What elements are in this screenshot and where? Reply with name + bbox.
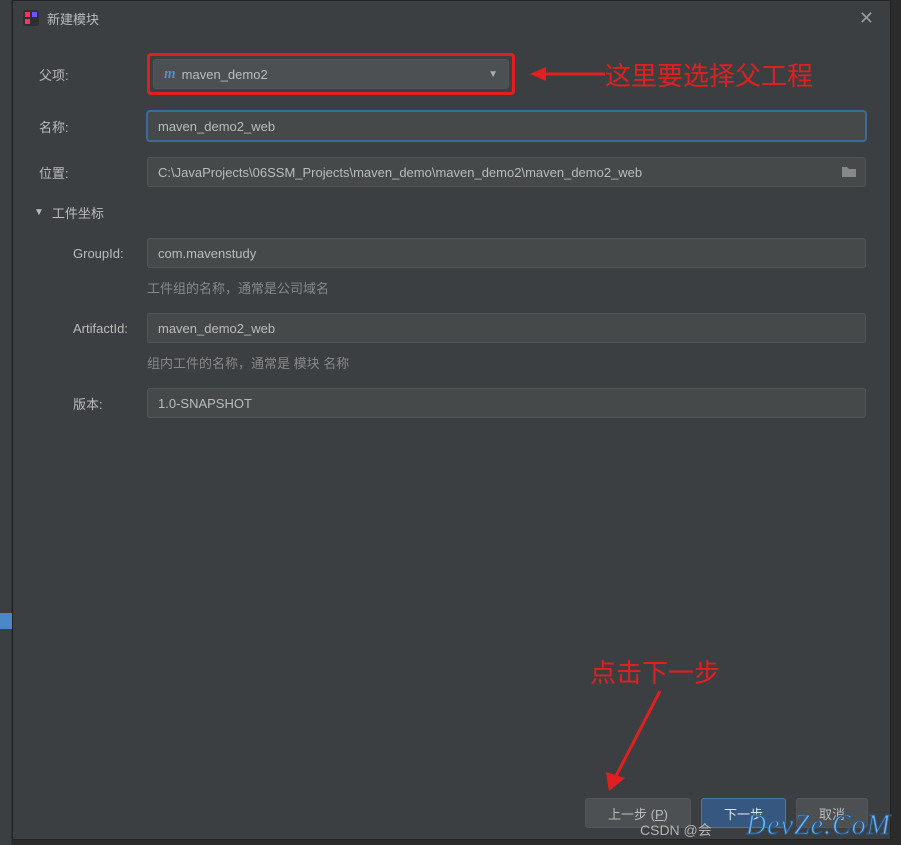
- watermark-text: CSDN @会: [640, 820, 712, 840]
- chevron-down-icon: ▼: [488, 69, 498, 80]
- groupid-hint: 工件组的名称，通常是公司域名: [147, 278, 866, 297]
- title-bar: 新建模块 ✕: [13, 1, 890, 35]
- artifactid-input[interactable]: [147, 313, 866, 343]
- version-label: 版本:: [71, 394, 147, 413]
- folder-icon[interactable]: [841, 165, 857, 179]
- parent-highlight-box: m maven_demo2 ▼: [147, 53, 515, 95]
- artifactid-label: ArtifactId:: [71, 321, 147, 336]
- close-icon[interactable]: ✕: [853, 8, 880, 29]
- version-input[interactable]: [147, 388, 866, 418]
- chevron-down-icon: ▼: [34, 207, 44, 218]
- groupid-label: GroupId:: [71, 246, 147, 261]
- parent-select[interactable]: m maven_demo2 ▼: [153, 59, 509, 89]
- artifactid-field[interactable]: [158, 321, 855, 336]
- maven-icon: m: [164, 66, 176, 83]
- arrow-icon: [600, 686, 680, 796]
- version-field[interactable]: [158, 396, 855, 411]
- annotation-parent: 这里要选择父工程: [605, 56, 813, 93]
- new-module-dialog: 新建模块 ✕ 父项: m maven_demo2 ▼ 名称: 位置:: [12, 0, 891, 840]
- artifactid-hint: 组内工件的名称，通常是 模块 名称: [147, 353, 866, 372]
- parent-value: maven_demo2: [182, 67, 268, 82]
- artifact-coords-label: 工件坐标: [52, 203, 104, 222]
- window-title: 新建模块: [47, 9, 99, 28]
- intellij-icon: [23, 10, 39, 26]
- name-input[interactable]: [147, 111, 866, 141]
- location-input[interactable]: C:\JavaProjects\06SSM_Projects\maven_dem…: [147, 157, 866, 187]
- artifact-coords-toggle[interactable]: ▼ 工件坐标: [34, 203, 866, 222]
- arrow-icon: [530, 62, 610, 86]
- groupid-field[interactable]: [158, 246, 855, 261]
- location-label: 位置:: [37, 163, 147, 182]
- devze-watermark: DevZe.CoM: [746, 810, 891, 842]
- name-field[interactable]: [158, 119, 855, 134]
- name-label: 名称:: [37, 117, 147, 136]
- parent-label: 父项:: [37, 65, 147, 84]
- annotation-next: 点击下一步: [590, 653, 720, 690]
- groupid-input[interactable]: [147, 238, 866, 268]
- location-value: C:\JavaProjects\06SSM_Projects\maven_dem…: [158, 165, 642, 180]
